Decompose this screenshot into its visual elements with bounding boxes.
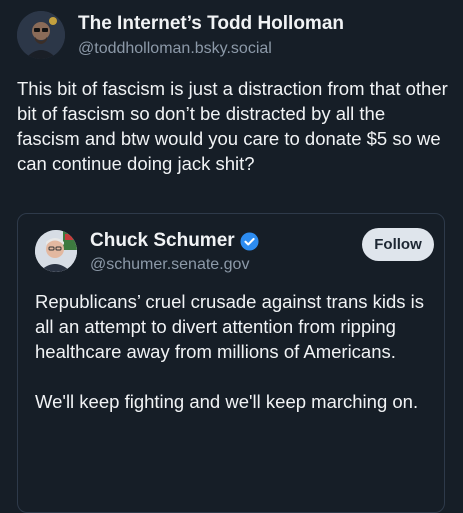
quoted-author-name[interactable]: Chuck Schumer bbox=[90, 230, 235, 252]
quoted-paragraph: Republicans’ cruel crusade against trans… bbox=[35, 291, 425, 362]
quoted-post[interactable]: Chuck Schumer @schumer.senate.gov Follow… bbox=[17, 213, 445, 513]
follow-button[interactable]: Follow bbox=[362, 228, 434, 261]
verified-badge-icon bbox=[240, 231, 259, 251]
post-card: The Internet’s Todd Holloman @toddhollom… bbox=[0, 0, 463, 513]
avatar-image bbox=[17, 11, 65, 59]
post-text: This bit of fascism is just a distractio… bbox=[17, 78, 448, 174]
quoted-name-row: Chuck Schumer bbox=[90, 230, 259, 252]
author-name[interactable]: The Internet’s Todd Holloman bbox=[78, 13, 344, 35]
quoted-post-text: Republicans’ cruel crusade against trans… bbox=[35, 289, 435, 439]
quoted-avatar-image bbox=[35, 230, 77, 272]
avatar[interactable] bbox=[17, 11, 65, 59]
quoted-avatar[interactable] bbox=[35, 230, 77, 272]
quoted-author-handle[interactable]: @schumer.senate.gov bbox=[90, 256, 249, 274]
quoted-paragraph: We'll keep fighting and we'll keep march… bbox=[35, 391, 419, 412]
author-handle[interactable]: @toddholloman.bsky.social bbox=[78, 40, 272, 58]
